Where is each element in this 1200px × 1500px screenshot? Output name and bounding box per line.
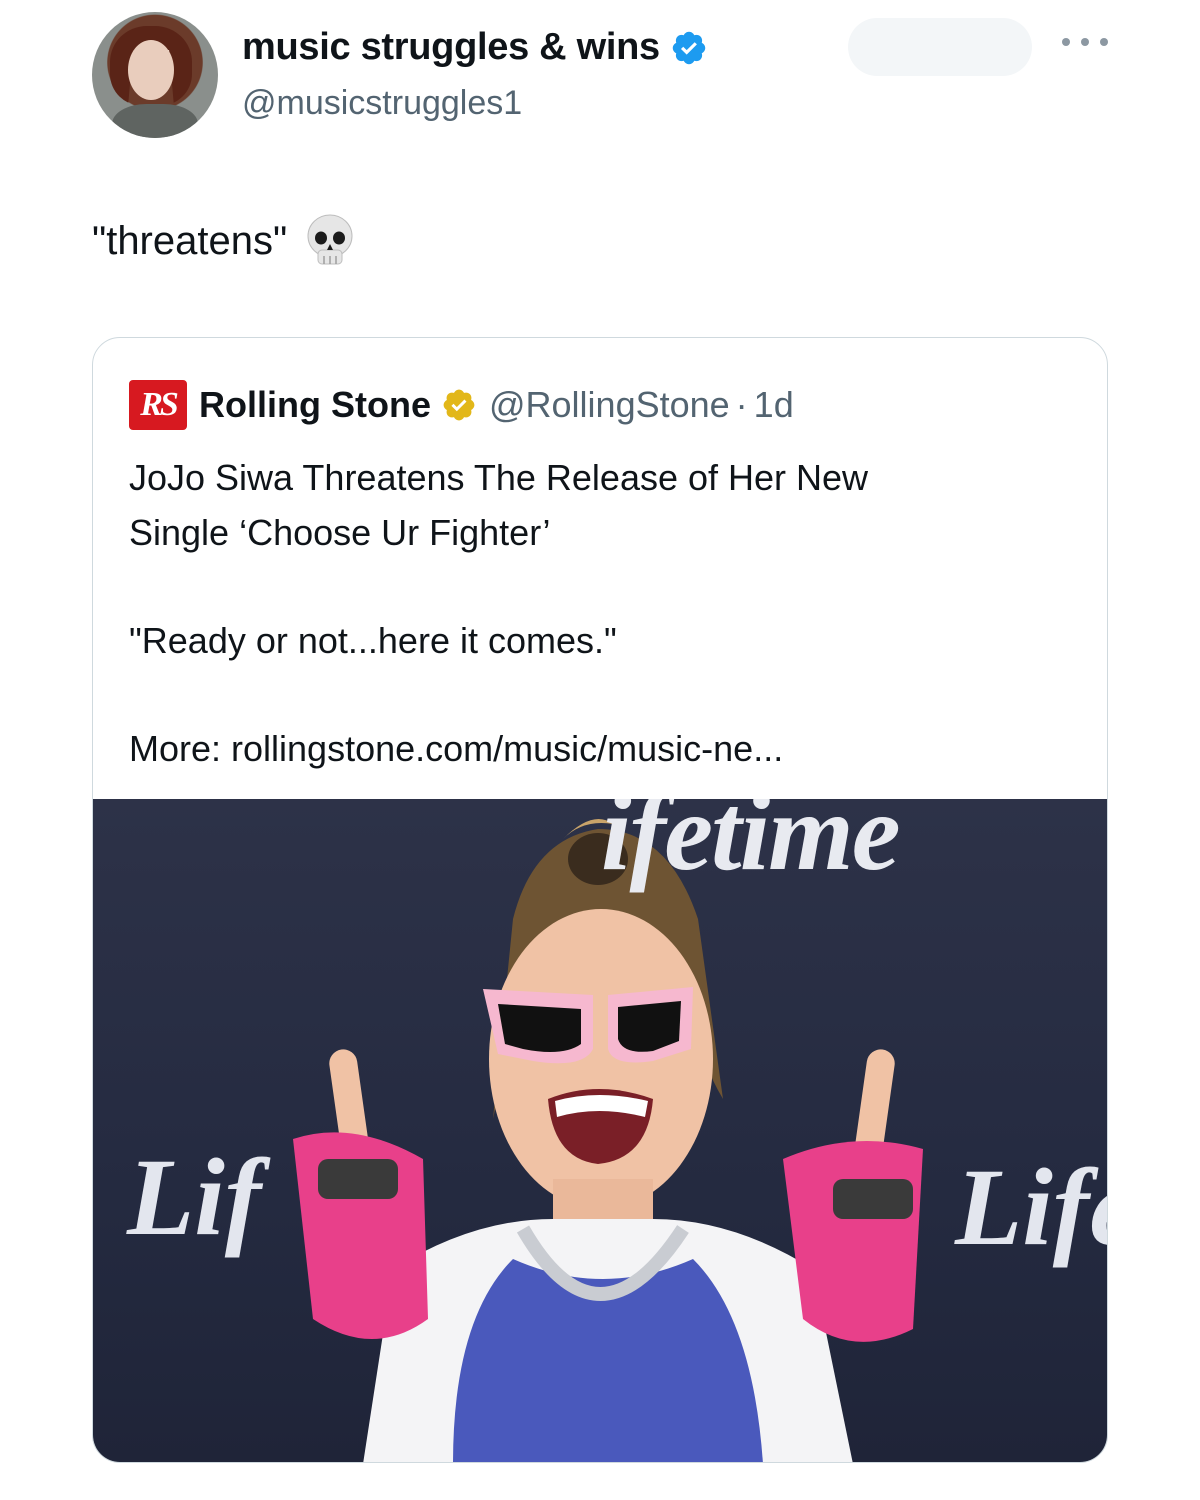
skull-icon <box>307 214 353 265</box>
photo-illustration <box>293 819 923 1462</box>
watermark-lifetime-left: Lif <box>127 1136 262 1258</box>
rolling-stone-logo[interactable]: RS <box>129 380 187 430</box>
separator-dot: · <box>735 384 748 425</box>
quoted-tweet-link[interactable]: More: rollingstone.com/music/music-ne... <box>129 728 783 770</box>
watermark-lifetime-right: Life <box>955 1146 1107 1268</box>
quoted-tweet-quote: "Ready or not...here it comes." <box>129 620 617 661</box>
avatar-body <box>112 104 198 138</box>
verified-badge-icon[interactable] <box>670 29 708 67</box>
headline-line-1: JoJo Siwa Threatens The Release of Her N… <box>129 457 869 498</box>
quoted-author-handle[interactable]: @RollingStone <box>489 384 730 426</box>
avatar[interactable] <box>92 12 218 138</box>
quoted-tweet-header: RS Rolling Stone @RollingStone · 1d <box>129 380 794 430</box>
author-name-row[interactable]: music struggles & wins <box>242 26 708 69</box>
quoted-author-name[interactable]: Rolling Stone <box>199 384 431 426</box>
author-handle[interactable]: @musicstruggles1 <box>242 84 522 123</box>
quoted-tweet-time[interactable]: 1d <box>754 384 794 426</box>
follow-button[interactable] <box>848 18 1032 76</box>
quoted-tweet-photo[interactable]: ifetime Lif Life <box>93 799 1107 1462</box>
tweet-text-content: "threatens" <box>92 218 288 263</box>
tweet: music struggles & wins @musicstruggles1 … <box>0 0 1200 1500</box>
avatar-face <box>128 40 174 100</box>
quoted-tweet-card[interactable]: RS Rolling Stone @RollingStone · 1d JoJo… <box>92 337 1108 1463</box>
quoted-tweet-headline: JoJo Siwa Threatens The Release of Her N… <box>129 450 1029 560</box>
headline-line-2: Single ‘Choose Ur Fighter’ <box>129 512 551 553</box>
more-options-icon[interactable] <box>1062 30 1108 54</box>
author-display-name[interactable]: music struggles & wins <box>242 26 660 69</box>
tweet-text: "threatens" <box>92 212 355 270</box>
watermark-lifetime-top: ifetime <box>601 799 901 893</box>
verified-gold-badge-icon[interactable] <box>441 387 477 423</box>
